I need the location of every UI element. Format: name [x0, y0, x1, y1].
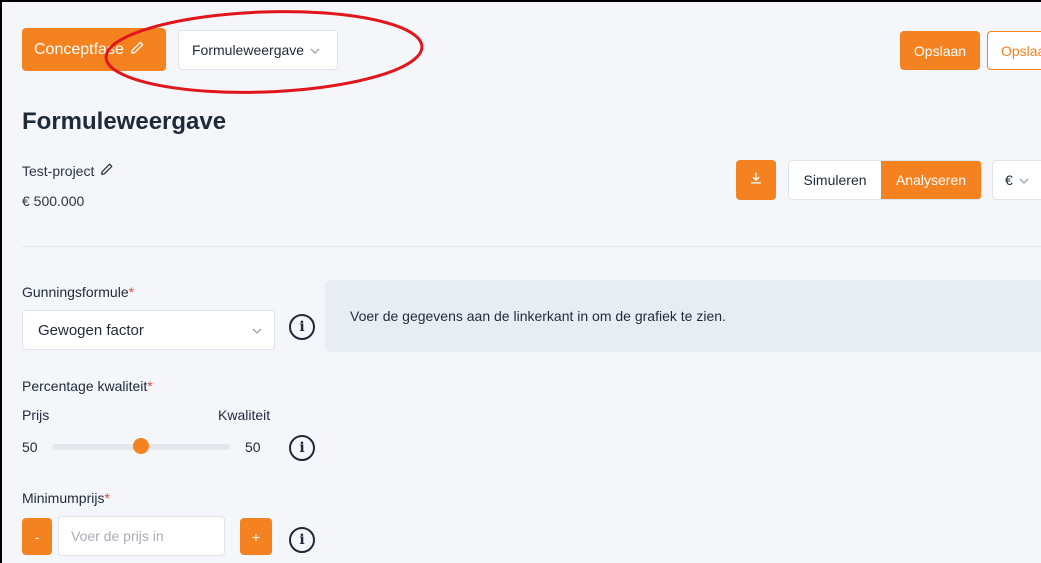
view-select[interactable]: Formuleweergave [178, 30, 338, 70]
gunningsformule-label: Gunningsformule* [22, 284, 134, 300]
prijs-value: 50 [22, 439, 38, 455]
view-select-value: Formuleweergave [192, 42, 305, 58]
project-name: Test-project [22, 162, 95, 179]
mode-toggle: Simuleren Analyseren [788, 160, 982, 200]
save-button[interactable]: Opslaan [900, 31, 980, 70]
simulate-button[interactable]: Simuleren [789, 161, 881, 199]
required-mark: * [128, 284, 135, 300]
chart-placeholder-message: Voer de gegevens aan de linkerkant in om… [350, 308, 726, 324]
project-amount: € 500.000 [22, 193, 85, 209]
chevron-down-icon [252, 323, 262, 337]
minimumprijs-label-text: Minimumprijs [22, 490, 105, 506]
info-icon[interactable]: i [289, 314, 315, 340]
currency-value: € [1005, 172, 1013, 188]
currency-select[interactable]: € [992, 160, 1041, 200]
chevron-down-icon [310, 43, 320, 57]
percentage-label-text: Percentage kwaliteit [22, 378, 148, 394]
info-icon[interactable]: i [289, 527, 315, 553]
required-mark: * [147, 378, 153, 394]
chevron-down-icon [1019, 173, 1029, 187]
section-divider [22, 246, 1041, 247]
gunningsformule-label-text: Gunningsformule [22, 284, 129, 300]
increment-button[interactable]: + [240, 518, 272, 555]
kwaliteit-value: 50 [245, 439, 261, 455]
pencil-icon[interactable] [100, 162, 114, 179]
download-button[interactable] [736, 160, 776, 200]
quality-slider-handle[interactable] [133, 438, 149, 454]
required-mark: * [104, 490, 110, 506]
phase-label: Conceptfase [34, 40, 124, 58]
pencil-icon [130, 40, 145, 60]
prijs-label: Prijs [22, 407, 50, 423]
decrement-button[interactable]: - [22, 518, 52, 555]
download-icon [749, 171, 763, 190]
info-icon[interactable]: i [289, 435, 315, 461]
gunningsformule-select[interactable]: Gewogen factor [22, 310, 275, 350]
page-title: Formuleweergave [22, 108, 227, 135]
analyse-button[interactable]: Analyseren [881, 161, 981, 199]
percentage-kwaliteit-label: Percentage kwaliteit* [22, 378, 153, 394]
minimumprijs-label: Minimumprijs* [22, 490, 110, 506]
chart-panel: Voer de gegevens aan de linkerkant in om… [325, 280, 1041, 352]
phase-button[interactable]: Conceptfase [22, 28, 166, 71]
kwaliteit-label: Kwaliteit [218, 407, 271, 423]
minimumprijs-input[interactable] [58, 516, 225, 556]
gunningsformule-value: Gewogen factor [38, 321, 144, 339]
save-as-button[interactable]: Opslaan [987, 31, 1041, 70]
project-name-row[interactable]: Test-project [22, 162, 114, 179]
